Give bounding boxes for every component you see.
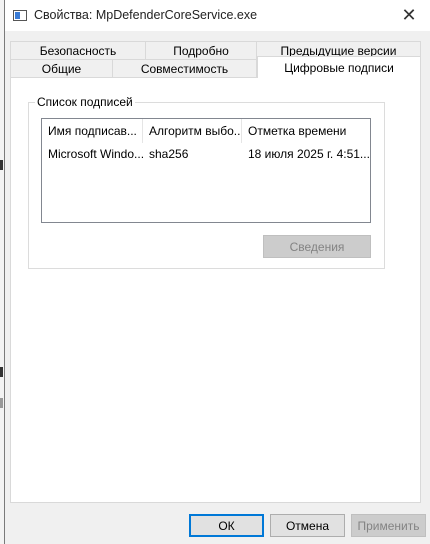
properties-dialog: Свойства: MpDefenderCoreService.exe ✕ Бе…: [4, 0, 430, 544]
column-header-timestamp[interactable]: Отметка времени: [242, 119, 370, 143]
cell-algorithm: sha256: [149, 147, 189, 161]
tab-label: Общие: [41, 62, 82, 76]
close-button[interactable]: ✕: [391, 0, 427, 31]
signature-list-group: Список подписей Имя подписав... Алгоритм…: [28, 95, 385, 269]
cell-signer: Microsoft Windo...: [48, 147, 143, 161]
ok-button[interactable]: ОК: [189, 514, 264, 537]
group-label: Список подписей: [35, 95, 135, 109]
close-icon: ✕: [401, 5, 417, 25]
details-button[interactable]: Сведения: [263, 235, 371, 258]
tab-label: Безопасность: [39, 44, 117, 58]
tab-content: Список подписей Имя подписав... Алгоритм…: [10, 77, 421, 503]
column-header-algorithm[interactable]: Алгоритм выбо...: [143, 119, 242, 143]
file-properties-icon: [13, 10, 27, 21]
tab-label: Совместимость: [140, 62, 229, 76]
apply-button[interactable]: Применить: [351, 514, 426, 537]
tab-details[interactable]: Подробно: [145, 41, 257, 60]
window-title: Свойства: MpDefenderCoreService.exe: [34, 8, 258, 22]
column-header-signer[interactable]: Имя подписав...: [42, 119, 143, 143]
tab-compatibility[interactable]: Совместимость: [112, 59, 257, 78]
background-mark: [0, 367, 3, 377]
button-label: Применить: [357, 518, 420, 533]
tab-digital-signatures[interactable]: Цифровые подписи: [257, 56, 421, 78]
button-label: Отмена: [285, 518, 330, 533]
button-label: Сведения: [289, 239, 345, 254]
background-mark: [0, 398, 3, 408]
tab-label: Цифровые подписи: [284, 60, 394, 75]
tab-security[interactable]: Безопасность: [10, 41, 146, 60]
list-header: Имя подписав... Алгоритм выбо... Отметка…: [42, 119, 370, 143]
button-label: ОК: [218, 518, 235, 533]
table-row[interactable]: Microsoft Windo... sha256 18 июля 2025 г…: [42, 143, 370, 165]
cell-timestamp: 18 июля 2025 г. 4:51...: [248, 147, 370, 161]
background-mark: [0, 160, 3, 170]
tab-label: Подробно: [173, 44, 229, 58]
cancel-button[interactable]: Отмена: [270, 514, 345, 537]
signature-list[interactable]: Имя подписав... Алгоритм выбо... Отметка…: [41, 118, 371, 223]
title-bar: Свойства: MpDefenderCoreService.exe ✕: [5, 0, 430, 31]
tab-general[interactable]: Общие: [10, 59, 113, 78]
